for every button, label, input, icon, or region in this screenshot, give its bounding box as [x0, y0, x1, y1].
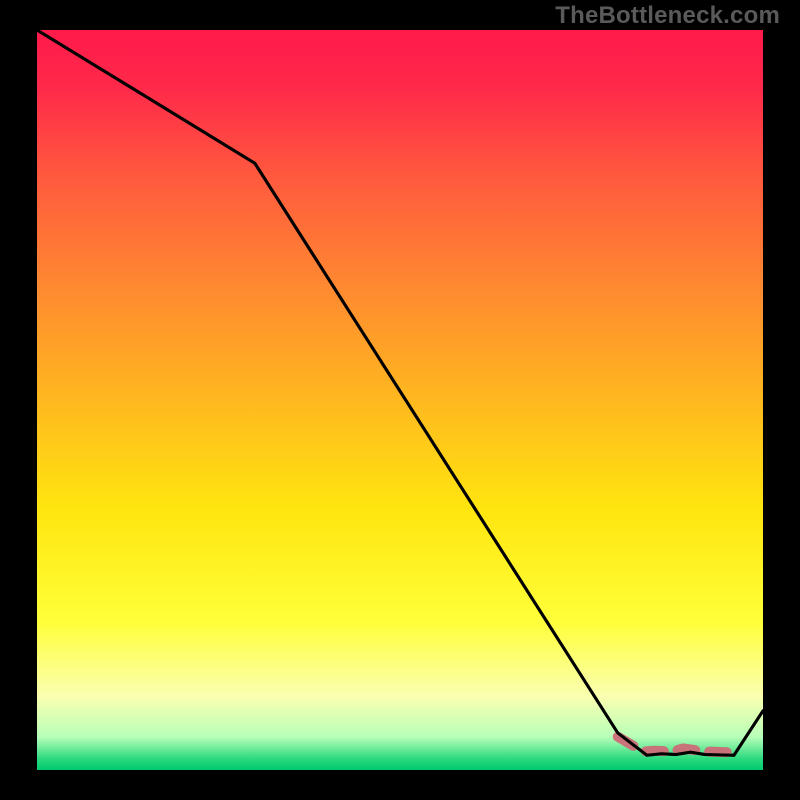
chart-wrapper: TheBottleneck.com [0, 0, 800, 800]
plot-background [37, 30, 763, 770]
bottleneck-chart [0, 0, 800, 800]
watermark-text: TheBottleneck.com [555, 2, 780, 30]
